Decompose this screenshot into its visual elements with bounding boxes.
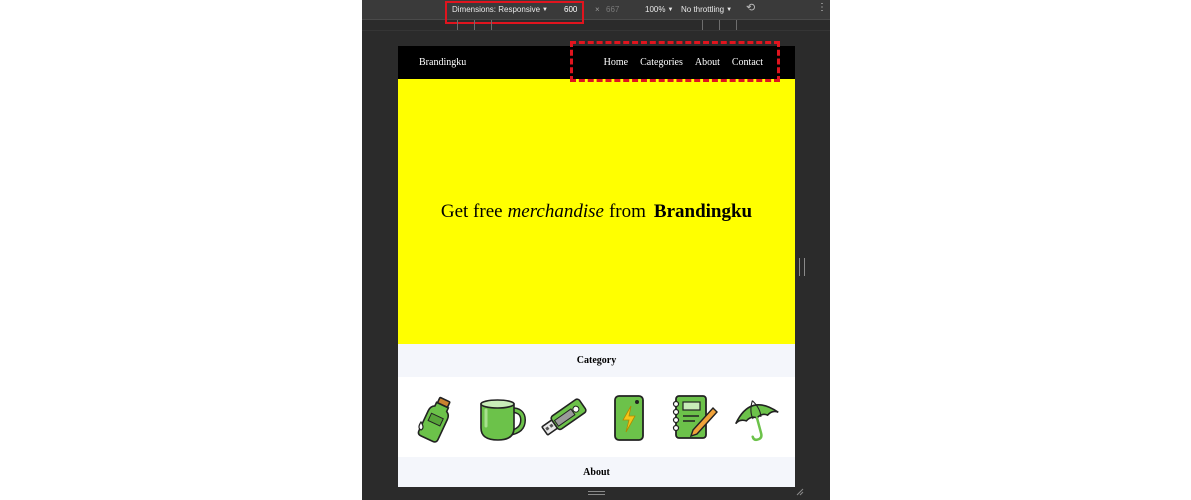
category-heading: Category [398, 344, 795, 377]
media-query-bar [362, 30, 830, 31]
resize-handle-right[interactable] [799, 258, 805, 276]
power-bank-icon[interactable] [603, 392, 655, 444]
hero-banner: Get free merchandise from Brandingku [398, 79, 795, 344]
notebook-icon[interactable] [667, 392, 719, 444]
chevron-down-icon: ▼ [726, 7, 733, 13]
hero-brand: Brandingku [653, 200, 753, 222]
more-options-icon[interactable]: ⋮ [817, 3, 827, 13]
umbrella-icon[interactable] [731, 392, 783, 444]
annotation-box-nav [570, 41, 780, 82]
hero-middle: from [608, 200, 646, 222]
resize-handle-bottom[interactable] [588, 491, 605, 495]
mug-icon[interactable] [475, 392, 527, 444]
category-icon-row [398, 377, 795, 457]
annotation-box-dimensions [445, 1, 584, 24]
bottle-icon[interactable] [411, 392, 463, 444]
zoom-dropdown[interactable]: 100% ▼ [645, 5, 673, 15]
times-label: × [595, 5, 600, 14]
emulated-viewport: Brandingku Home Categories About Contact… [398, 46, 795, 487]
about-heading: About [398, 457, 795, 487]
devtools-device-frame: Dimensions: Responsive ▼ 600 × 667 100% ▼ … [362, 0, 830, 500]
rotate-icon[interactable]: ⟲ [746, 3, 755, 14]
chevron-down-icon: ▼ [667, 7, 674, 13]
resize-corner-icon[interactable] [796, 488, 804, 496]
device-toolbar: Dimensions: Responsive ▼ 600 × 667 100% ▼ … [362, 0, 830, 20]
height-input[interactable]: 667 [606, 5, 619, 15]
throttling-dropdown[interactable]: No throttling ▼ [681, 5, 732, 15]
brand-logo[interactable]: Brandingku [419, 57, 466, 69]
hero-prefix: Get free [440, 200, 503, 222]
hero-emphasis: merchandise [507, 200, 604, 222]
usb-drive-icon[interactable] [539, 392, 591, 444]
